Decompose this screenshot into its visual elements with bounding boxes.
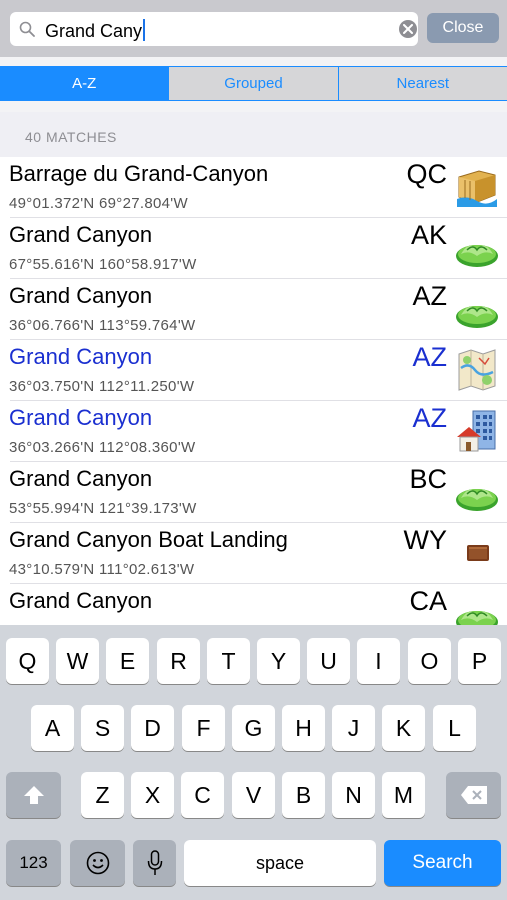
keyboard: Q W E R T Y U I O P A S D F G H J K L Z X C V B N M 123 space Search <box>0 625 507 900</box>
key-w[interactable]: W <box>56 638 99 684</box>
tab-grouped[interactable]: Grouped <box>168 67 338 100</box>
valley-icon <box>455 287 499 331</box>
key-a[interactable]: A <box>31 705 74 751</box>
key-c[interactable]: C <box>181 772 224 818</box>
key-k[interactable]: K <box>382 705 425 751</box>
key-p[interactable]: P <box>458 638 501 684</box>
valley-icon <box>455 592 499 625</box>
boat-landing-icon <box>455 531 499 575</box>
space-key[interactable]: space <box>184 840 376 886</box>
list-item[interactable]: Grand Canyon 67°55.616'N 160°58.917'W AK <box>0 218 507 279</box>
key-t[interactable]: T <box>207 638 250 684</box>
text-cursor <box>143 19 146 41</box>
result-name: Grand Canyon <box>9 222 153 247</box>
sort-segment-bar: A-Z Grouped Nearest <box>0 57 507 112</box>
key-q[interactable]: Q <box>6 638 49 684</box>
numbers-key[interactable]: 123 <box>6 840 61 886</box>
key-y[interactable]: Y <box>257 638 300 684</box>
result-state: AZ <box>412 342 447 372</box>
microphone-icon <box>147 850 162 875</box>
town-icon <box>455 409 499 453</box>
key-o[interactable]: O <box>408 638 451 684</box>
valley-icon <box>455 470 499 514</box>
delete-key[interactable] <box>446 772 501 818</box>
key-s[interactable]: S <box>81 705 124 751</box>
result-coordinates: 49°01.372'N 69°27.804'W <box>9 195 188 212</box>
list-item[interactable]: Grand Canyon 36°03.266'N 112°08.360'W AZ <box>0 401 507 462</box>
key-x[interactable]: X <box>131 772 174 818</box>
tab-nearest[interactable]: Nearest <box>337 67 507 100</box>
key-i[interactable]: I <box>357 638 400 684</box>
result-name: Grand Canyon <box>9 283 153 308</box>
result-state: CA <box>409 586 447 616</box>
key-r[interactable]: R <box>157 638 200 684</box>
list-item[interactable]: Grand Canyon Boat Landing 43°10.579'N 111… <box>0 523 507 584</box>
result-coordinates: 36°06.766'N 113°59.764'W <box>9 317 196 334</box>
result-state: WY <box>403 525 448 555</box>
emoji-key[interactable] <box>70 840 125 886</box>
key-h[interactable]: H <box>282 705 325 751</box>
result-state: AZ <box>412 281 447 311</box>
result-name: Grand Canyon <box>9 344 153 369</box>
list-item[interactable]: Barrage du Grand-Canyon 49°01.372'N 69°27… <box>0 157 507 218</box>
key-j[interactable]: J <box>332 705 375 751</box>
backspace-icon <box>460 786 487 804</box>
results-list[interactable]: Barrage du Grand-Canyon 49°01.372'N 69°27… <box>0 157 507 625</box>
result-coordinates: 43°10.579'N 111°02.613'W <box>9 561 195 578</box>
emoji-icon <box>86 851 109 875</box>
result-coordinates: 53°55.994'N 121°39.173'W <box>9 500 197 517</box>
key-u[interactable]: U <box>307 638 350 684</box>
list-item[interactable]: Grand Canyon 36°06.766'N 113°59.764'W AZ <box>0 279 507 340</box>
key-n[interactable]: N <box>332 772 375 818</box>
list-item[interactable]: Grand Canyon 53°55.994'N 121°39.173'W BC <box>0 462 507 523</box>
key-m[interactable]: M <box>382 772 425 818</box>
close-button[interactable]: Close <box>427 13 499 43</box>
clear-search-button[interactable] <box>399 20 417 38</box>
result-coordinates: 67°55.616'N 160°58.917'W <box>9 256 197 273</box>
sort-segmented-control: A-Z Grouped Nearest <box>0 66 507 101</box>
tab-a-z[interactable]: A-Z <box>0 67 169 100</box>
shift-key[interactable] <box>6 772 61 818</box>
shift-icon <box>23 786 44 804</box>
search-value: Grand Cany <box>45 19 146 42</box>
result-state: AZ <box>412 403 447 433</box>
result-state: QC <box>406 159 448 189</box>
result-name: Grand Canyon <box>9 466 153 491</box>
key-e[interactable]: E <box>106 638 149 684</box>
matches-count: 40 MATCHES <box>25 129 117 145</box>
result-name: Barrage du Grand-Canyon <box>9 161 269 186</box>
result-name: Grand Canyon Boat Landing <box>9 527 288 552</box>
key-l[interactable]: L <box>433 705 476 751</box>
map-icon <box>455 348 499 392</box>
key-v[interactable]: V <box>232 772 275 818</box>
search-bar: Grand Cany Close <box>0 0 507 57</box>
key-f[interactable]: F <box>182 705 225 751</box>
dam-icon <box>455 165 499 209</box>
close-icon <box>403 24 413 34</box>
list-item[interactable]: Grand Canyon 36°03.750'N 112°11.250'W AZ <box>0 340 507 401</box>
key-z[interactable]: Z <box>81 772 124 818</box>
search-key[interactable]: Search <box>384 840 501 886</box>
result-coordinates: 36°03.266'N 112°08.360'W <box>9 439 196 456</box>
search-input[interactable]: Grand Cany <box>10 12 418 46</box>
valley-icon <box>455 226 499 270</box>
result-name: Grand Canyon <box>9 588 153 613</box>
result-state: BC <box>409 464 447 494</box>
search-icon <box>19 21 35 37</box>
result-state: AK <box>410 220 447 250</box>
key-b[interactable]: B <box>282 772 325 818</box>
key-d[interactable]: D <box>131 705 174 751</box>
matches-header: 40 MATCHES <box>0 112 507 157</box>
dictation-key[interactable] <box>133 840 176 886</box>
list-item[interactable]: Grand Canyon CA <box>0 584 507 625</box>
result-coordinates: 36°03.750'N 112°11.250'W <box>9 378 195 395</box>
key-g[interactable]: G <box>232 705 275 751</box>
result-name: Grand Canyon <box>9 405 153 430</box>
